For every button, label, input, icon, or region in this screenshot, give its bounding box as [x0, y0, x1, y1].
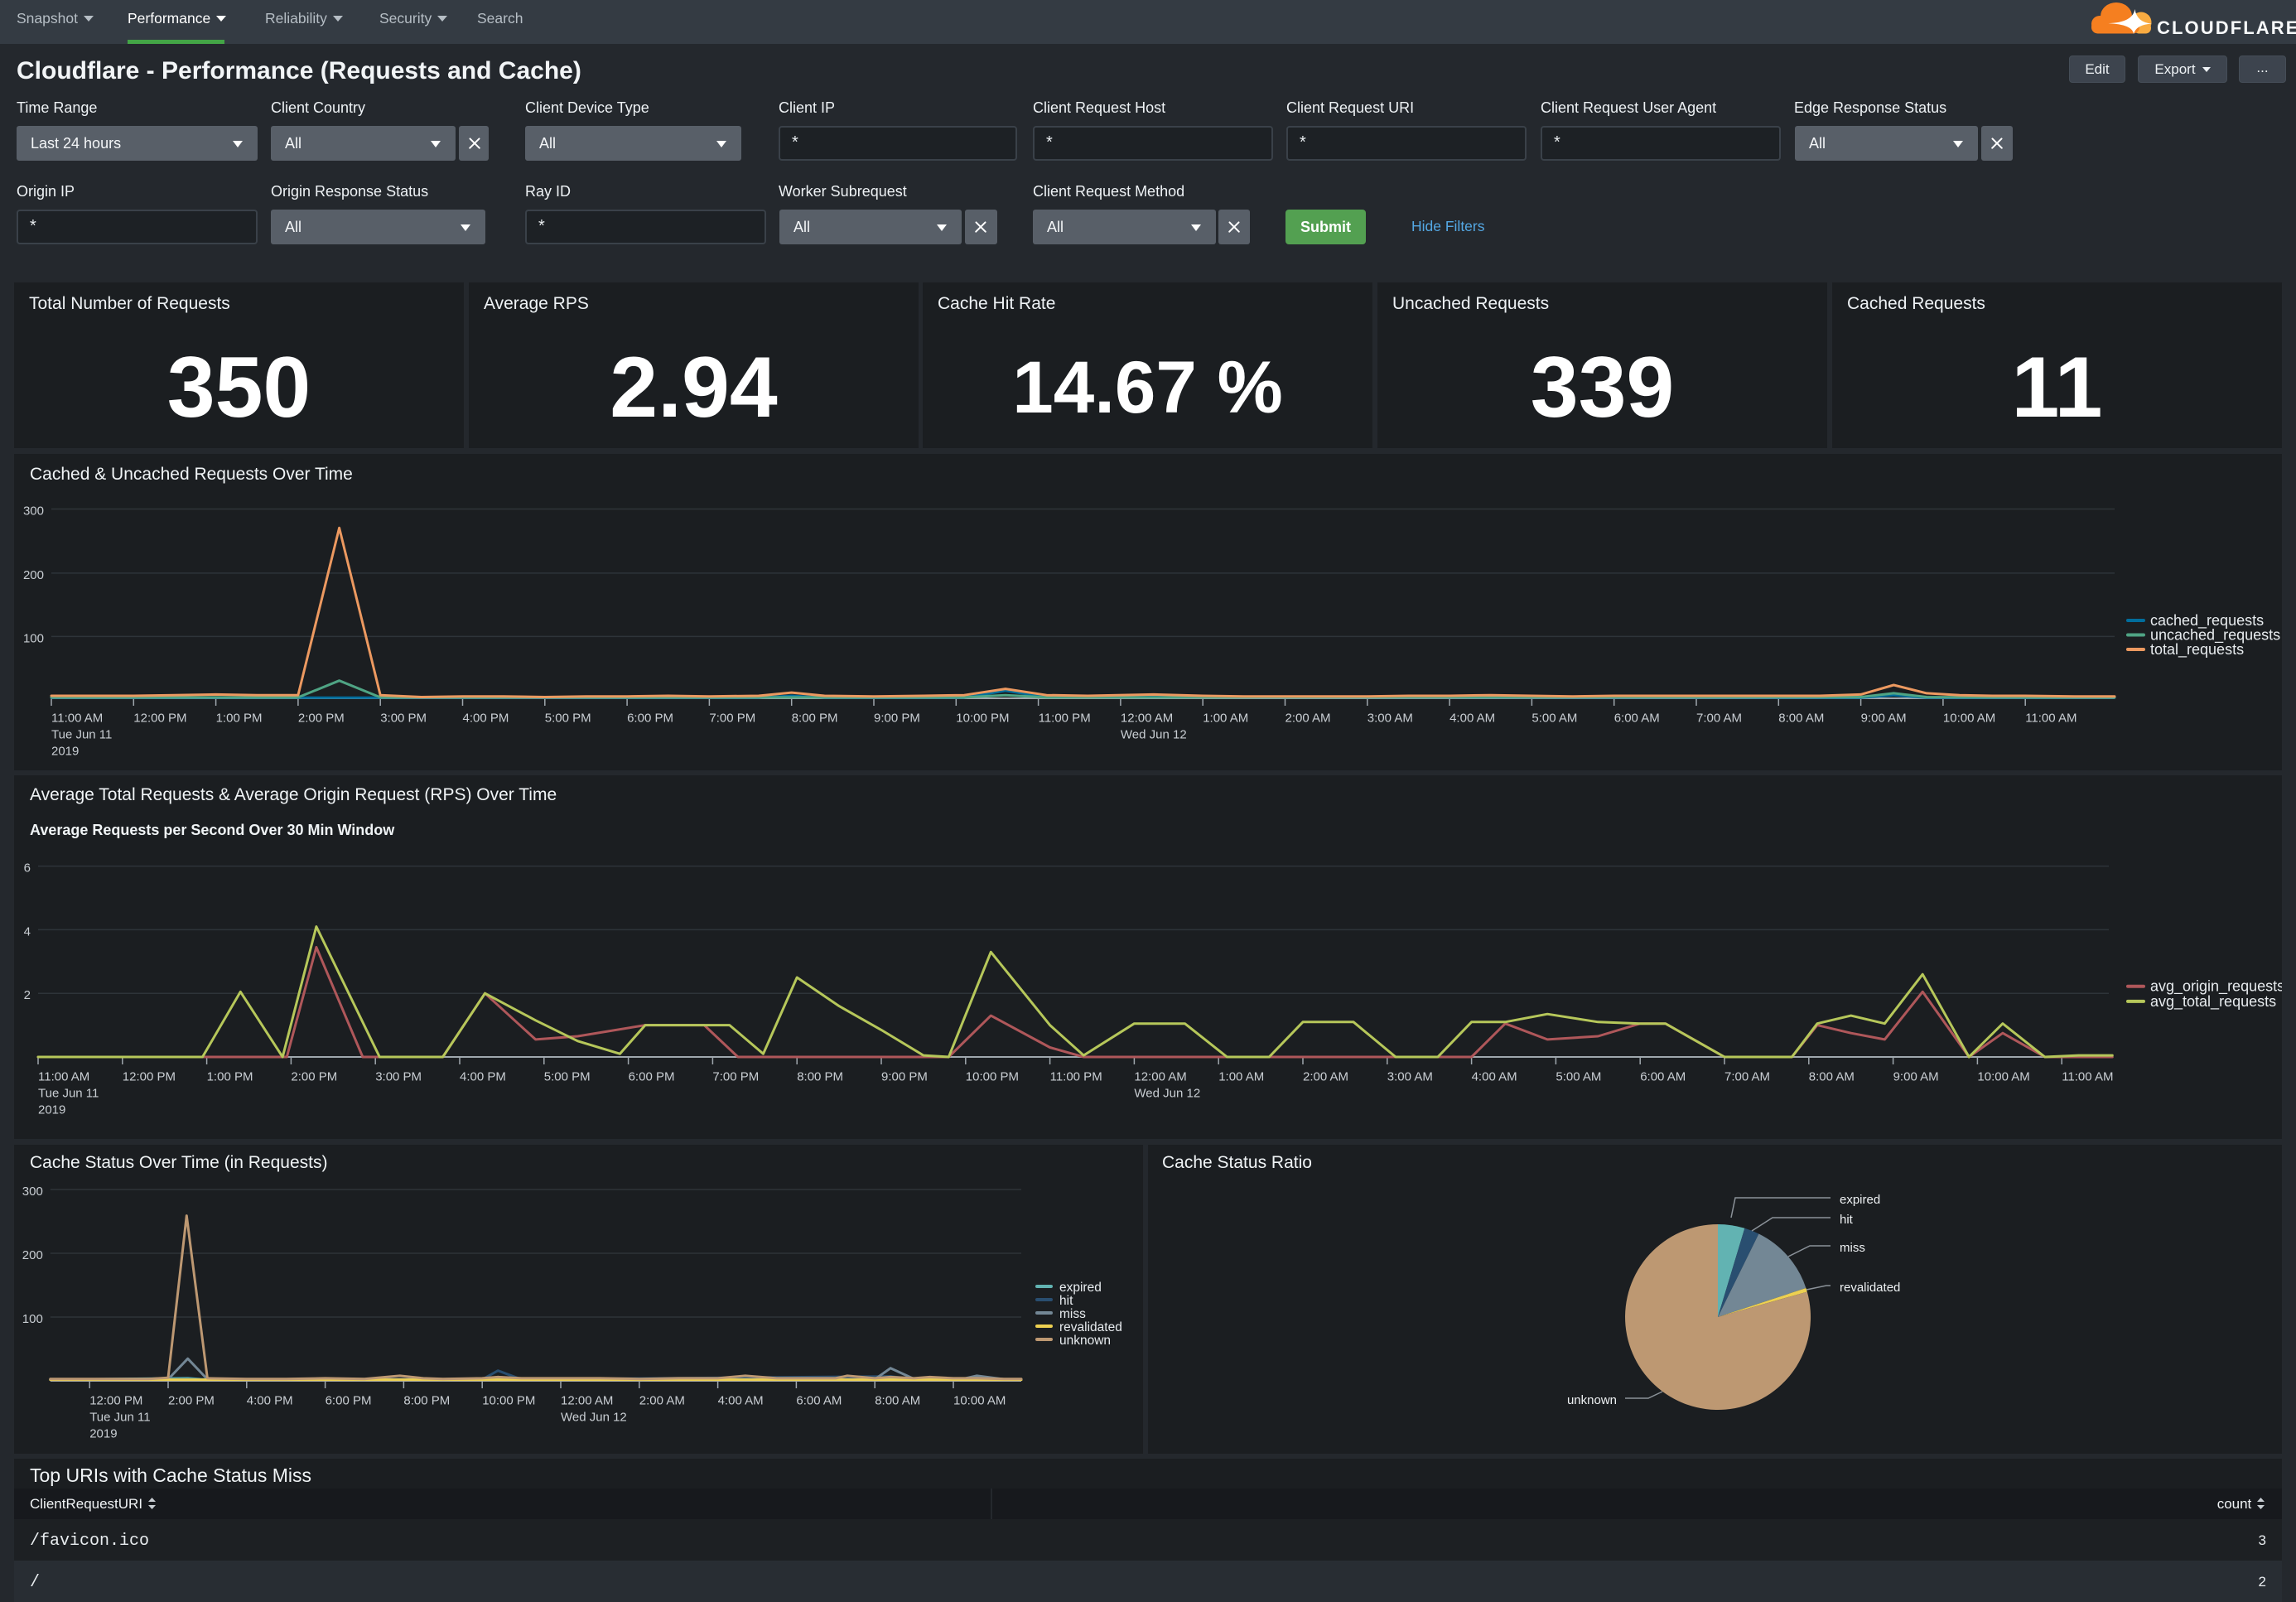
svg-text:4:00 AM: 4:00 AM: [718, 1394, 764, 1408]
svg-text:7:00 PM: 7:00 PM: [709, 712, 755, 726]
svg-text:2019: 2019: [38, 1103, 65, 1117]
svg-text:6:00 AM: 6:00 AM: [1614, 712, 1660, 726]
svg-text:300: 300: [23, 504, 44, 519]
svg-text:4: 4: [24, 924, 31, 939]
svg-text:12:00 AM: 12:00 AM: [561, 1394, 613, 1408]
svg-text:3:00 PM: 3:00 PM: [375, 1070, 422, 1084]
svg-text:5:00 AM: 5:00 AM: [1556, 1070, 1601, 1084]
svg-text:hit: hit: [1840, 1213, 1854, 1227]
svg-text:10:00 AM: 10:00 AM: [1977, 1070, 2029, 1084]
svg-text:2:00 AM: 2:00 AM: [639, 1394, 685, 1408]
svg-text:3:00 AM: 3:00 AM: [1367, 712, 1413, 726]
svg-text:3:00 PM: 3:00 PM: [380, 712, 427, 726]
svg-text:Wed Jun 12: Wed Jun 12: [1134, 1087, 1200, 1101]
svg-text:8:00 AM: 8:00 AM: [1778, 712, 1824, 726]
svg-text:Wed Jun 12: Wed Jun 12: [1121, 728, 1187, 742]
svg-text:6:00 PM: 6:00 PM: [326, 1394, 372, 1408]
svg-text:4:00 AM: 4:00 AM: [1472, 1070, 1517, 1084]
svg-text:12:00 AM: 12:00 AM: [1121, 712, 1173, 726]
svg-text:revalidated: revalidated: [1840, 1281, 1900, 1295]
svg-text:4:00 AM: 4:00 AM: [1449, 712, 1495, 726]
svg-text:200: 200: [22, 1248, 43, 1262]
svg-text:expired: expired: [1840, 1193, 1880, 1207]
svg-text:4:00 PM: 4:00 PM: [460, 1070, 506, 1084]
svg-text:100: 100: [23, 631, 44, 645]
svg-text:6: 6: [24, 861, 31, 876]
svg-text:unknown: unknown: [1059, 1334, 1111, 1348]
svg-text:8:00 AM: 8:00 AM: [1809, 1070, 1855, 1084]
svg-text:10:00 PM: 10:00 PM: [482, 1394, 535, 1408]
svg-text:5:00 PM: 5:00 PM: [545, 712, 591, 726]
svg-text:12:00 PM: 12:00 PM: [123, 1070, 176, 1084]
svg-text:8:00 PM: 8:00 PM: [792, 712, 838, 726]
svg-text:1:00 AM: 1:00 AM: [1218, 1070, 1264, 1084]
svg-text:4:00 PM: 4:00 PM: [463, 712, 509, 726]
svg-text:6:00 AM: 6:00 AM: [796, 1394, 842, 1408]
svg-text:11:00 PM: 11:00 PM: [1039, 712, 1091, 726]
svg-text:miss: miss: [1840, 1241, 1865, 1255]
svg-text:5:00 PM: 5:00 PM: [544, 1070, 591, 1084]
svg-text:12:00 PM: 12:00 PM: [89, 1394, 142, 1408]
svg-text:4:00 PM: 4:00 PM: [247, 1394, 293, 1408]
svg-text:2:00 PM: 2:00 PM: [291, 1070, 337, 1084]
svg-text:10:00 PM: 10:00 PM: [966, 1070, 1019, 1084]
svg-text:Wed Jun 12: Wed Jun 12: [561, 1411, 627, 1425]
svg-text:8:00 PM: 8:00 PM: [403, 1394, 450, 1408]
svg-text:10:00 AM: 10:00 AM: [1943, 712, 1995, 726]
svg-text:12:00 AM: 12:00 AM: [1134, 1070, 1186, 1084]
svg-text:2:00 PM: 2:00 PM: [298, 712, 345, 726]
svg-text:9:00 AM: 9:00 AM: [1893, 1070, 1939, 1084]
svg-text:8:00 PM: 8:00 PM: [797, 1070, 843, 1084]
svg-text:revalidated: revalidated: [1059, 1320, 1122, 1334]
svg-text:10:00 PM: 10:00 PM: [956, 712, 1009, 726]
svg-text:unknown: unknown: [1567, 1393, 1617, 1407]
svg-text:11:00 AM: 11:00 AM: [51, 712, 103, 726]
svg-text:300: 300: [22, 1185, 43, 1199]
svg-text:11:00 PM: 11:00 PM: [1050, 1070, 1102, 1084]
svg-text:11:00 AM: 11:00 AM: [2062, 1070, 2113, 1084]
svg-text:total_requests: total_requests: [2150, 641, 2244, 659]
svg-text:10:00 AM: 10:00 AM: [953, 1394, 1006, 1408]
svg-text:Tue Jun 11: Tue Jun 11: [89, 1411, 150, 1425]
svg-text:9:00 PM: 9:00 PM: [881, 1070, 928, 1084]
svg-text:hit: hit: [1059, 1294, 1073, 1308]
svg-text:7:00 AM: 7:00 AM: [1696, 712, 1742, 726]
svg-text:2019: 2019: [89, 1427, 117, 1441]
svg-text:2:00 AM: 2:00 AM: [1285, 712, 1331, 726]
svg-text:3:00 AM: 3:00 AM: [1387, 1070, 1433, 1084]
svg-text:1:00 PM: 1:00 PM: [207, 1070, 253, 1084]
svg-text:8:00 AM: 8:00 AM: [875, 1394, 920, 1408]
svg-text:avg_total_requests: avg_total_requests: [2150, 993, 2276, 1011]
svg-text:6:00 PM: 6:00 PM: [629, 1070, 675, 1084]
svg-text:5:00 AM: 5:00 AM: [1531, 712, 1577, 726]
svg-text:11:00 AM: 11:00 AM: [38, 1070, 89, 1084]
svg-text:Tue Jun 11: Tue Jun 11: [51, 728, 112, 742]
svg-text:2:00 AM: 2:00 AM: [1303, 1070, 1348, 1084]
svg-text:6:00 AM: 6:00 AM: [1640, 1070, 1686, 1084]
svg-text:expired: expired: [1059, 1281, 1102, 1295]
svg-text:Tue Jun 11: Tue Jun 11: [38, 1087, 99, 1101]
svg-text:7:00 PM: 7:00 PM: [712, 1070, 759, 1084]
svg-text:2:00 PM: 2:00 PM: [168, 1394, 215, 1408]
svg-text:200: 200: [23, 568, 44, 582]
svg-text:9:00 AM: 9:00 AM: [1861, 712, 1907, 726]
svg-text:100: 100: [22, 1312, 43, 1326]
svg-text:2019: 2019: [51, 745, 79, 759]
svg-text:6:00 PM: 6:00 PM: [627, 712, 673, 726]
svg-text:1:00 AM: 1:00 AM: [1203, 712, 1248, 726]
svg-text:7:00 AM: 7:00 AM: [1724, 1070, 1770, 1084]
svg-text:miss: miss: [1059, 1307, 1086, 1321]
svg-text:11:00 AM: 11:00 AM: [2025, 712, 2077, 726]
svg-text:9:00 PM: 9:00 PM: [874, 712, 920, 726]
svg-text:12:00 PM: 12:00 PM: [133, 712, 186, 726]
svg-text:1:00 PM: 1:00 PM: [216, 712, 263, 726]
svg-text:2: 2: [24, 988, 31, 1002]
